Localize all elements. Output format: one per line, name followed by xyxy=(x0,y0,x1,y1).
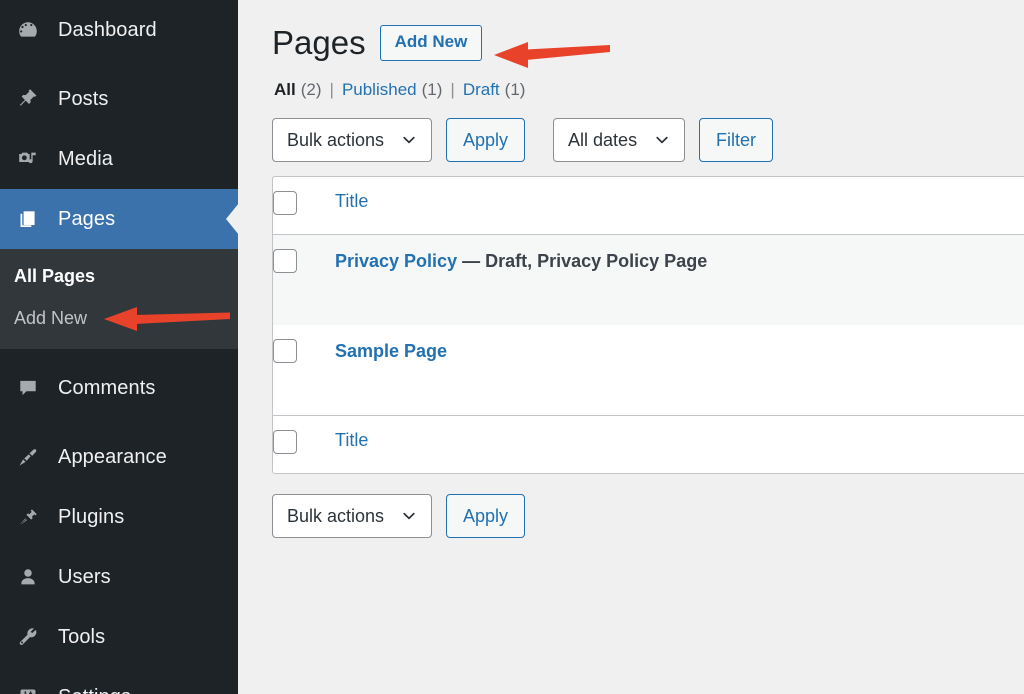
bulk-actions-select-bottom[interactable]: Bulk actions xyxy=(272,494,432,538)
dashboard-icon xyxy=(14,16,42,44)
date-filter-group: All dates Filter xyxy=(553,118,773,162)
sidebar-item-plugins[interactable]: Plugins xyxy=(0,487,238,547)
bulk-actions-group-top: Bulk actions Apply xyxy=(272,118,525,162)
sidebar-item-label: Plugins xyxy=(58,506,124,529)
sidebar-item-label: Settings xyxy=(58,686,131,694)
sidebar-subitem-all-pages[interactable]: All Pages xyxy=(0,255,238,297)
media-icon xyxy=(14,145,42,173)
sidebar-item-appearance[interactable]: Appearance xyxy=(0,427,238,487)
apply-button-bottom[interactable]: Apply xyxy=(446,494,525,538)
select-all-checkbox-top[interactable] xyxy=(273,191,297,215)
row-title-link[interactable]: Sample Page xyxy=(335,341,447,361)
bulk-actions-select-top[interactable]: Bulk actions xyxy=(272,118,432,162)
row-post-state: — Draft, Privacy Policy Page xyxy=(457,251,707,271)
dates-select[interactable]: All dates xyxy=(553,118,685,162)
dates-select-wrap: All dates xyxy=(553,118,685,162)
sidebar-item-label: Tools xyxy=(58,626,105,649)
sidebar-item-users[interactable]: Users xyxy=(0,547,238,607)
sidebar-item-settings[interactable]: Settings xyxy=(0,667,238,694)
status-separator: | xyxy=(330,80,334,100)
bulk-actions-select-wrap-top: Bulk actions xyxy=(272,118,432,162)
sidebar-item-label: Pages xyxy=(58,208,115,231)
row-title-cell: Sample Page xyxy=(335,325,1024,415)
table-body: Privacy Policy — Draft, Privacy Policy P… xyxy=(273,235,1024,415)
status-link-label[interactable]: Published xyxy=(342,80,417,100)
sidebar-item-label: Comments xyxy=(58,377,156,400)
column-footer-title-label[interactable]: Title xyxy=(335,430,368,450)
status-filter-links: All (2) | Published (1) | Draft (1) xyxy=(274,80,1024,100)
sidebar-item-dashboard[interactable]: Dashboard xyxy=(0,0,238,60)
status-link-count: (2) xyxy=(301,80,322,100)
bulk-actions-group-bottom: Bulk actions Apply xyxy=(272,494,525,538)
row-checkbox[interactable] xyxy=(273,249,297,273)
menu-separator xyxy=(0,349,238,358)
row-checkbox-cell xyxy=(273,325,335,415)
sidebar-item-label: Dashboard xyxy=(58,19,157,42)
status-link-count: (1) xyxy=(505,80,526,100)
pages-icon xyxy=(14,205,42,233)
table-foot: Title xyxy=(273,415,1024,473)
main-content: Pages Add New All (2) | Published (1) | … xyxy=(238,0,1024,694)
page-title: Pages xyxy=(272,22,366,65)
sidebar-item-posts[interactable]: Posts xyxy=(0,69,238,129)
page-header: Pages Add New xyxy=(272,20,1024,66)
row-checkbox[interactable] xyxy=(273,339,297,363)
sidebar-item-comments[interactable]: Comments xyxy=(0,358,238,418)
user-icon xyxy=(14,563,42,591)
status-separator: | xyxy=(450,80,454,100)
status-link-label[interactable]: All xyxy=(274,80,296,100)
filter-button[interactable]: Filter xyxy=(699,118,773,162)
status-link-draft[interactable]: Draft (1) xyxy=(463,80,526,100)
apply-button-top[interactable]: Apply xyxy=(446,118,525,162)
pages-list-table: Title Privacy Policy — Draft, Privacy Po… xyxy=(272,176,1024,474)
table-row[interactable]: Privacy Policy — Draft, Privacy Policy P… xyxy=(273,235,1024,325)
sidebar-item-pages[interactable]: Pages xyxy=(0,189,238,249)
sidebar-subitem-label: All Pages xyxy=(14,266,95,287)
column-header-title-label[interactable]: Title xyxy=(335,191,368,211)
sidebar-submenu-pages: All Pages Add New xyxy=(0,249,238,349)
bulk-actions-select-wrap-bottom: Bulk actions xyxy=(272,494,432,538)
pin-icon xyxy=(14,85,42,113)
select-all-footer-cell xyxy=(273,415,335,473)
row-checkbox-cell xyxy=(273,235,335,325)
sidebar-item-tools[interactable]: Tools xyxy=(0,607,238,667)
row-title-cell: Privacy Policy — Draft, Privacy Policy P… xyxy=(335,235,1024,325)
add-new-button[interactable]: Add New xyxy=(380,25,483,61)
table-head: Title xyxy=(273,177,1024,235)
sidebar-subitem-label: Add New xyxy=(14,308,87,329)
tablenav-top: Bulk actions Apply All dates xyxy=(272,118,1024,162)
menu-separator xyxy=(0,60,238,69)
status-link-count: (1) xyxy=(422,80,443,100)
tablenav-bottom: Bulk actions Apply xyxy=(272,494,1024,538)
sidebar-subitem-add-new[interactable]: Add New xyxy=(0,297,238,339)
select-all-header-cell xyxy=(273,177,335,235)
status-link-label[interactable]: Draft xyxy=(463,80,500,100)
row-title-link[interactable]: Privacy Policy xyxy=(335,251,457,271)
brush-icon xyxy=(14,443,42,471)
sidebar-item-media[interactable]: Media xyxy=(0,129,238,189)
select-all-checkbox-bottom[interactable] xyxy=(273,430,297,454)
sliders-icon xyxy=(14,683,42,694)
sidebar-item-label: Appearance xyxy=(58,446,167,469)
menu-separator xyxy=(0,418,238,427)
plug-icon xyxy=(14,503,42,531)
wrench-icon xyxy=(14,623,42,651)
sidebar-item-label: Media xyxy=(58,148,113,171)
status-link-published[interactable]: Published (1) xyxy=(342,80,442,100)
column-footer-title[interactable]: Title xyxy=(335,415,1024,473)
column-header-title[interactable]: Title xyxy=(335,177,1024,235)
sidebar-item-label: Users xyxy=(58,566,111,589)
table-row[interactable]: Sample Page xyxy=(273,325,1024,415)
table-footer-row: Title xyxy=(273,415,1024,473)
admin-sidebar: Dashboard Posts Media xyxy=(0,0,238,694)
comments-icon xyxy=(14,374,42,402)
sidebar-item-label: Posts xyxy=(58,88,109,111)
table-header-row: Title xyxy=(273,177,1024,235)
status-link-all[interactable]: All (2) xyxy=(274,80,322,100)
wordpress-admin-screen: Dashboard Posts Media xyxy=(0,0,1024,694)
